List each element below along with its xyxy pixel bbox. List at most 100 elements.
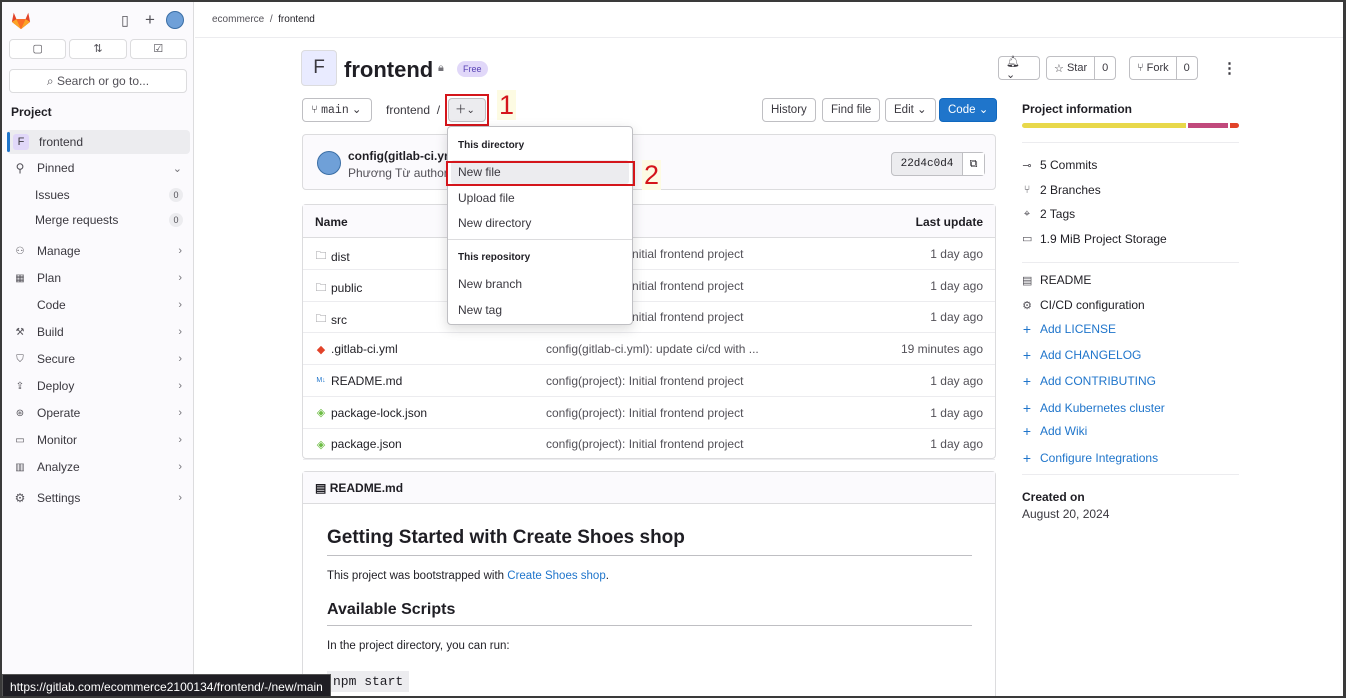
- find-file-button[interactable]: Find file: [822, 98, 881, 122]
- menu-item-new-tag[interactable]: New tag: [451, 298, 629, 322]
- search-label: Search or go to...: [57, 74, 150, 88]
- sidebar-item-merge-requests[interactable]: Merge requests 0: [7, 208, 190, 232]
- sidebar-item-monitor[interactable]: ▭ Monitor ›: [7, 428, 190, 452]
- add-link[interactable]: + Configure Integrations: [1022, 450, 1158, 466]
- operate-icon: ⊛: [15, 407, 25, 419]
- book-icon: ▤: [1022, 274, 1033, 287]
- plus-icon[interactable]: +: [142, 11, 158, 28]
- chevron-down-icon: ⌄: [917, 104, 927, 116]
- repo-path-root[interactable]: frontend: [386, 103, 430, 117]
- table-row[interactable]: 🗀︎ dist config(project): Initial frontend …: [303, 238, 995, 270]
- language-segment: [1230, 123, 1239, 128]
- deploy-icon: ⇪: [15, 380, 25, 392]
- analyze-icon: ▥: [15, 461, 25, 473]
- table-row[interactable]: ◈ package.json config(project): Initial fr…: [303, 428, 995, 461]
- commit-sha-value[interactable]: 22d4c0d4: [892, 153, 962, 175]
- path-separator: /: [436, 103, 441, 117]
- star-button[interactable]: ☆ Star 0: [1046, 56, 1117, 80]
- last-commit-message[interactable]: config(project): Initial frontend projec…: [546, 437, 743, 451]
- stat-label: 2 Tags: [1040, 207, 1076, 221]
- sidebar-item-analyze[interactable]: ▥ Analyze ›: [7, 455, 190, 479]
- fork-icon: ⑂: [1137, 62, 1144, 74]
- last-commit-message[interactable]: config(project): Initial frontend projec…: [546, 406, 743, 420]
- project-stat[interactable]: ⌖ 2 Tags: [1022, 207, 1075, 221]
- file-name: dist: [331, 249, 350, 264]
- readme-link[interactable]: Create Shoes shop: [507, 570, 605, 582]
- fork-count[interactable]: 0: [1175, 57, 1197, 79]
- table-row[interactable]: 🗀︎ public config(project): Initial fronten…: [303, 270, 995, 302]
- gitlab-logo-icon[interactable]: [10, 10, 32, 30]
- readme-panel: ▤ README.md Getting Started with Create …: [302, 471, 996, 696]
- file-name-cell[interactable]: 🗀︎ src: [315, 310, 348, 329]
- file-name-cell[interactable]: M↓ README.md: [315, 374, 402, 388]
- plus-icon: +: [1022, 347, 1032, 363]
- sidebar-item-plan[interactable]: ▦ Plan ›: [7, 266, 190, 290]
- sidebar-item-build[interactable]: ⚒ Build ›: [7, 320, 190, 344]
- cicd-link[interactable]: ⚙ CI/CD configuration: [1022, 298, 1145, 312]
- build-icon: ⚒: [15, 326, 25, 338]
- menu-item-upload-file[interactable]: Upload file: [451, 186, 629, 210]
- table-row[interactable]: M↓ README.md config(project): Initial fron…: [303, 365, 995, 397]
- branch-selector[interactable]: ⑂ main ⌄: [302, 98, 372, 122]
- add-link[interactable]: + Add Kubernetes cluster: [1022, 400, 1165, 416]
- add-link[interactable]: + Add CONTRIBUTING: [1022, 373, 1156, 389]
- star-count[interactable]: 0: [1094, 57, 1115, 79]
- table-row[interactable]: ◈ package-lock.json config(project): Initi…: [303, 397, 995, 429]
- add-link[interactable]: + Add CHANGELOG: [1022, 347, 1141, 363]
- sidebar-item-operate[interactable]: ⊛ Operate ›: [7, 401, 190, 425]
- sidebar-item-code[interactable]: Code ›: [7, 293, 190, 317]
- issues-icon[interactable]: ▢: [9, 39, 67, 59]
- sidebar-item-manage[interactable]: ⚇ Manage ›: [7, 239, 190, 263]
- last-commit-message[interactable]: config(gitlab-ci.yml): update ci/cd with…: [546, 342, 759, 356]
- project-stat[interactable]: ▭ 1.9 MiB Project Storage: [1022, 232, 1167, 246]
- notifications-button[interactable]: 🔔︎ ⌄: [998, 56, 1040, 81]
- sidebar-item-issues[interactable]: Issues 0: [7, 183, 190, 207]
- sidebar-item-deploy[interactable]: ⇪ Deploy ›: [7, 374, 190, 398]
- file-name-cell[interactable]: ◈ package-lock.json: [315, 406, 427, 420]
- author-avatar[interactable]: [317, 151, 341, 175]
- user-avatar[interactable]: [166, 11, 184, 29]
- merge-requests-icon[interactable]: ⇅: [69, 39, 127, 59]
- breadcrumb-group[interactable]: ecommerce: [212, 14, 264, 25]
- sidebar-item-settings[interactable]: ⚙ Settings ›: [7, 486, 190, 510]
- json-icon: ◈: [316, 438, 326, 451]
- star-label: Star: [1066, 62, 1088, 74]
- commit-title[interactable]: config(gitlab-ci.yml: [348, 149, 458, 163]
- copy-icon[interactable]: ⧉: [962, 153, 984, 175]
- menu-item-new-directory[interactable]: New directory: [451, 211, 629, 235]
- edit-button[interactable]: Edit ⌄: [885, 98, 936, 122]
- file-name-cell[interactable]: 🗀︎ public: [315, 279, 363, 298]
- file-name-cell[interactable]: 🗀︎ dist: [315, 247, 350, 266]
- breadcrumb-project[interactable]: frontend: [278, 14, 315, 25]
- readme-subheading: Available Scripts: [327, 601, 972, 626]
- highlight-box-2: [446, 161, 635, 186]
- more-actions-icon[interactable]: ⋮: [1222, 59, 1237, 77]
- readme-paragraph-2: In the project directory, you can run:: [327, 640, 510, 652]
- project-stat[interactable]: ⑂ 2 Branches: [1022, 183, 1101, 197]
- history-button[interactable]: History: [762, 98, 816, 122]
- file-name: public: [331, 281, 363, 296]
- sidebar-item-pinned[interactable]: ⚲ Pinned ⌄: [7, 156, 190, 180]
- file-name-cell[interactable]: ◈ package.json: [315, 437, 402, 451]
- add-link[interactable]: + Add Wiki: [1022, 423, 1087, 439]
- todo-icon[interactable]: ☑: [129, 39, 187, 59]
- file-name-cell[interactable]: ◆ .gitlab-ci.yml: [315, 342, 398, 356]
- table-row[interactable]: ◆ .gitlab-ci.yml config(gitlab-ci.yml): up…: [303, 333, 995, 366]
- readme-filename[interactable]: README.md: [330, 481, 403, 495]
- readme-link[interactable]: ▤ README: [1022, 273, 1091, 287]
- fork-button[interactable]: ⑂ Fork 0: [1129, 56, 1198, 80]
- sidebar-toggle-icon[interactable]: ▯: [117, 12, 133, 28]
- sidebar-item-secure[interactable]: ⛉ Secure ›: [7, 347, 190, 371]
- table-row[interactable]: 🗀︎ src config(project): Initial frontend p…: [303, 301, 995, 334]
- menu-item-new-branch[interactable]: New branch: [451, 272, 629, 296]
- storage-icon: ▭: [1022, 233, 1033, 245]
- last-commit-message[interactable]: config(project): Initial frontend projec…: [546, 374, 743, 388]
- code-button[interactable]: Code ⌄: [939, 98, 998, 122]
- project-stat[interactable]: ⊸ 5 Commits: [1022, 158, 1097, 172]
- add-link[interactable]: + Add LICENSE: [1022, 321, 1116, 337]
- last-update-time: 1 day ago: [930, 373, 983, 388]
- plan-icon: ▦: [15, 272, 25, 284]
- sidebar-item-project[interactable]: F frontend: [7, 130, 190, 154]
- search-button[interactable]: ⌕ Search or go to...: [9, 69, 187, 93]
- language-segment: [1188, 123, 1229, 128]
